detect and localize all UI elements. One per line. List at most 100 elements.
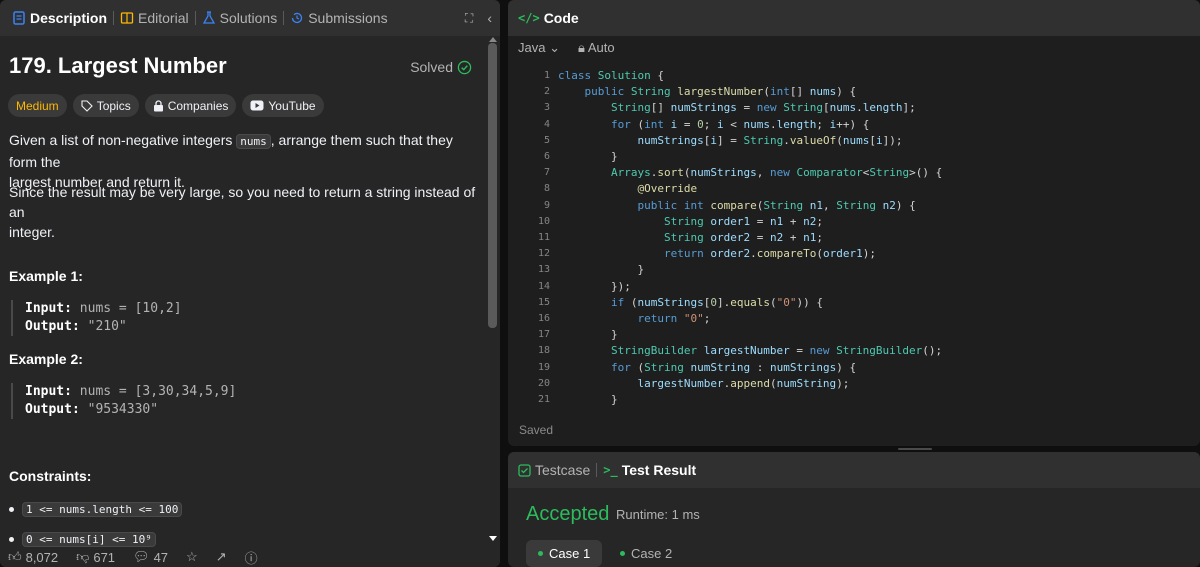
lock-icon [153,99,163,111]
lock-icon: 🔒︎ [578,40,585,55]
line-number: 20 [537,377,550,389]
star-icon[interactable]: ☆ [186,549,198,565]
saved-status: Saved [519,423,554,437]
code-title: Code [543,10,579,26]
constraint-code: 1 <= nums.length <= 100 [22,502,183,517]
example-title: Example 1: [9,268,83,284]
inline-code: nums [236,134,271,149]
description-text: Given a list of non-negative integers [9,132,233,148]
youtube-chip[interactable]: YouTube [242,94,324,117]
line-number: 13 [537,264,550,276]
like-count: 8,072 [25,549,59,565]
share-icon[interactable]: ↗ [216,549,227,565]
tab-submissions-label: Submissions [308,10,388,26]
book-icon [120,12,134,24]
document-icon [13,11,25,25]
tab-editorial-label: Editorial [138,10,189,26]
test-result-label: Test Result [621,462,697,478]
youtube-label: YouTube [268,98,316,113]
problem-panel: Description Editorial Solutions Submissi… [0,0,500,567]
auto-mode[interactable]: 🔒︎ Auto [578,40,615,56]
flask-icon [202,11,215,24]
input-value: nums = [10,2] [79,301,182,316]
case-tab-1[interactable]: Case 1 [526,540,603,567]
editor-toolbar: Java ⌄ 🔒︎ Auto [508,36,1200,60]
input-value: nums = [3,30,34,5,9] [79,384,237,399]
resize-handle[interactable] [898,448,932,450]
code-icon: </> [518,11,540,25]
line-number: 14 [537,280,550,292]
dislike-button[interactable]: 👎︎ 671 [76,549,115,565]
case-label: Case 1 [549,546,591,561]
constraints-title: Constraints: [9,468,92,484]
line-number: 3 [543,102,550,114]
description-paragraph: Since the result may be very large, so y… [9,182,479,242]
description-text: integer. [9,224,55,240]
scrollbar-thumb[interactable] [488,43,497,328]
constraint-code: 0 <= nums[i] <= 10⁹ [22,532,156,547]
line-number: 5 [543,134,550,146]
topics-chip[interactable]: Topics [72,94,139,117]
line-number: 6 [543,151,550,163]
like-button[interactable]: 👍︎ 8,072 [8,549,58,565]
line-number: 1 [543,70,550,81]
difficulty-badge: Medium [8,94,67,117]
companies-chip[interactable]: Companies [144,94,237,117]
scroll-down-arrow[interactable] [489,536,497,541]
tab-testcase[interactable]: Testcase [518,462,590,478]
line-number: 18 [537,345,550,357]
constraint-item: 1 <= nums.length <= 100 [9,502,183,517]
tab-divider [596,463,598,477]
youtube-icon [250,100,264,111]
example-block: Input: nums = [3,30,34,5,9] Output: "953… [11,383,236,419]
companies-label: Companies [167,98,229,113]
topics-label: Topics [96,98,131,113]
constraint-item: 0 <= nums[i] <= 10⁹ [9,532,156,547]
language-select[interactable]: Java ⌄ [518,40,560,56]
problem-tabbar: Description Editorial Solutions Submissi… [0,0,500,36]
terminal-icon: >_ [603,463,618,477]
tab-submissions[interactable]: Submissions [284,0,393,36]
help-icon[interactable]: ⓘ [245,548,258,567]
problem-tags: Medium Topics Companies YouTube [8,94,324,117]
solved-label: Solved [410,59,453,75]
tab-test-result[interactable]: >_ Test Result [603,462,696,478]
line-number: 19 [537,361,550,373]
runtime-text: Runtime: 1 ms [616,507,700,522]
code-editor[interactable]: class Solution { public String largestNu… [558,68,942,408]
line-number: 15 [537,296,550,308]
tab-description[interactable]: Description [6,0,113,36]
result-status: Accepted [526,503,610,525]
code-header: </> Code [508,0,1200,36]
collapse-icon[interactable]: ‹ [487,10,492,26]
code-panel: </> Code Java ⌄ 🔒︎ Auto 1 2 3 4 5 6 7 8 9 10 11 12 1… [508,0,1200,446]
output-label: Output: [25,319,80,334]
auto-label: Auto [587,40,615,55]
line-number: 4 [543,118,550,130]
tab-editorial[interactable]: Editorial [114,0,195,36]
line-number: 17 [537,329,550,341]
tab-solutions-label: Solutions [219,10,278,26]
case-tab-2[interactable]: Case 2 [608,540,684,567]
line-number: 12 [537,248,550,260]
language-label: Java [518,40,546,55]
line-numbers: 1 2 3 4 5 6 7 8 9 10 11 12 13 14 15 16 17 18 19 20 21 [526,68,550,408]
checkbox-icon [518,463,531,477]
history-icon [292,12,303,24]
scrollbar[interactable] [486,37,499,547]
tab-solutions[interactable]: Solutions [196,0,284,36]
thumbs-down-icon: 👎︎ [76,549,90,564]
line-number: 16 [537,313,550,325]
check-circle-icon [457,60,472,74]
tab-description-label: Description [30,10,108,26]
fullscreen-icon[interactable]: ⛶ [465,11,473,26]
output-value: "9534330" [87,402,159,417]
example-title: Example 2: [9,351,83,367]
scroll-up-arrow[interactable] [489,37,497,42]
pass-dot [538,551,543,556]
pass-dot [620,551,625,556]
line-number: 10 [537,215,550,227]
solved-status: Solved [410,59,472,75]
comments-button[interactable]: 💬︎ 47 [133,549,168,565]
line-number: 7 [543,167,550,179]
